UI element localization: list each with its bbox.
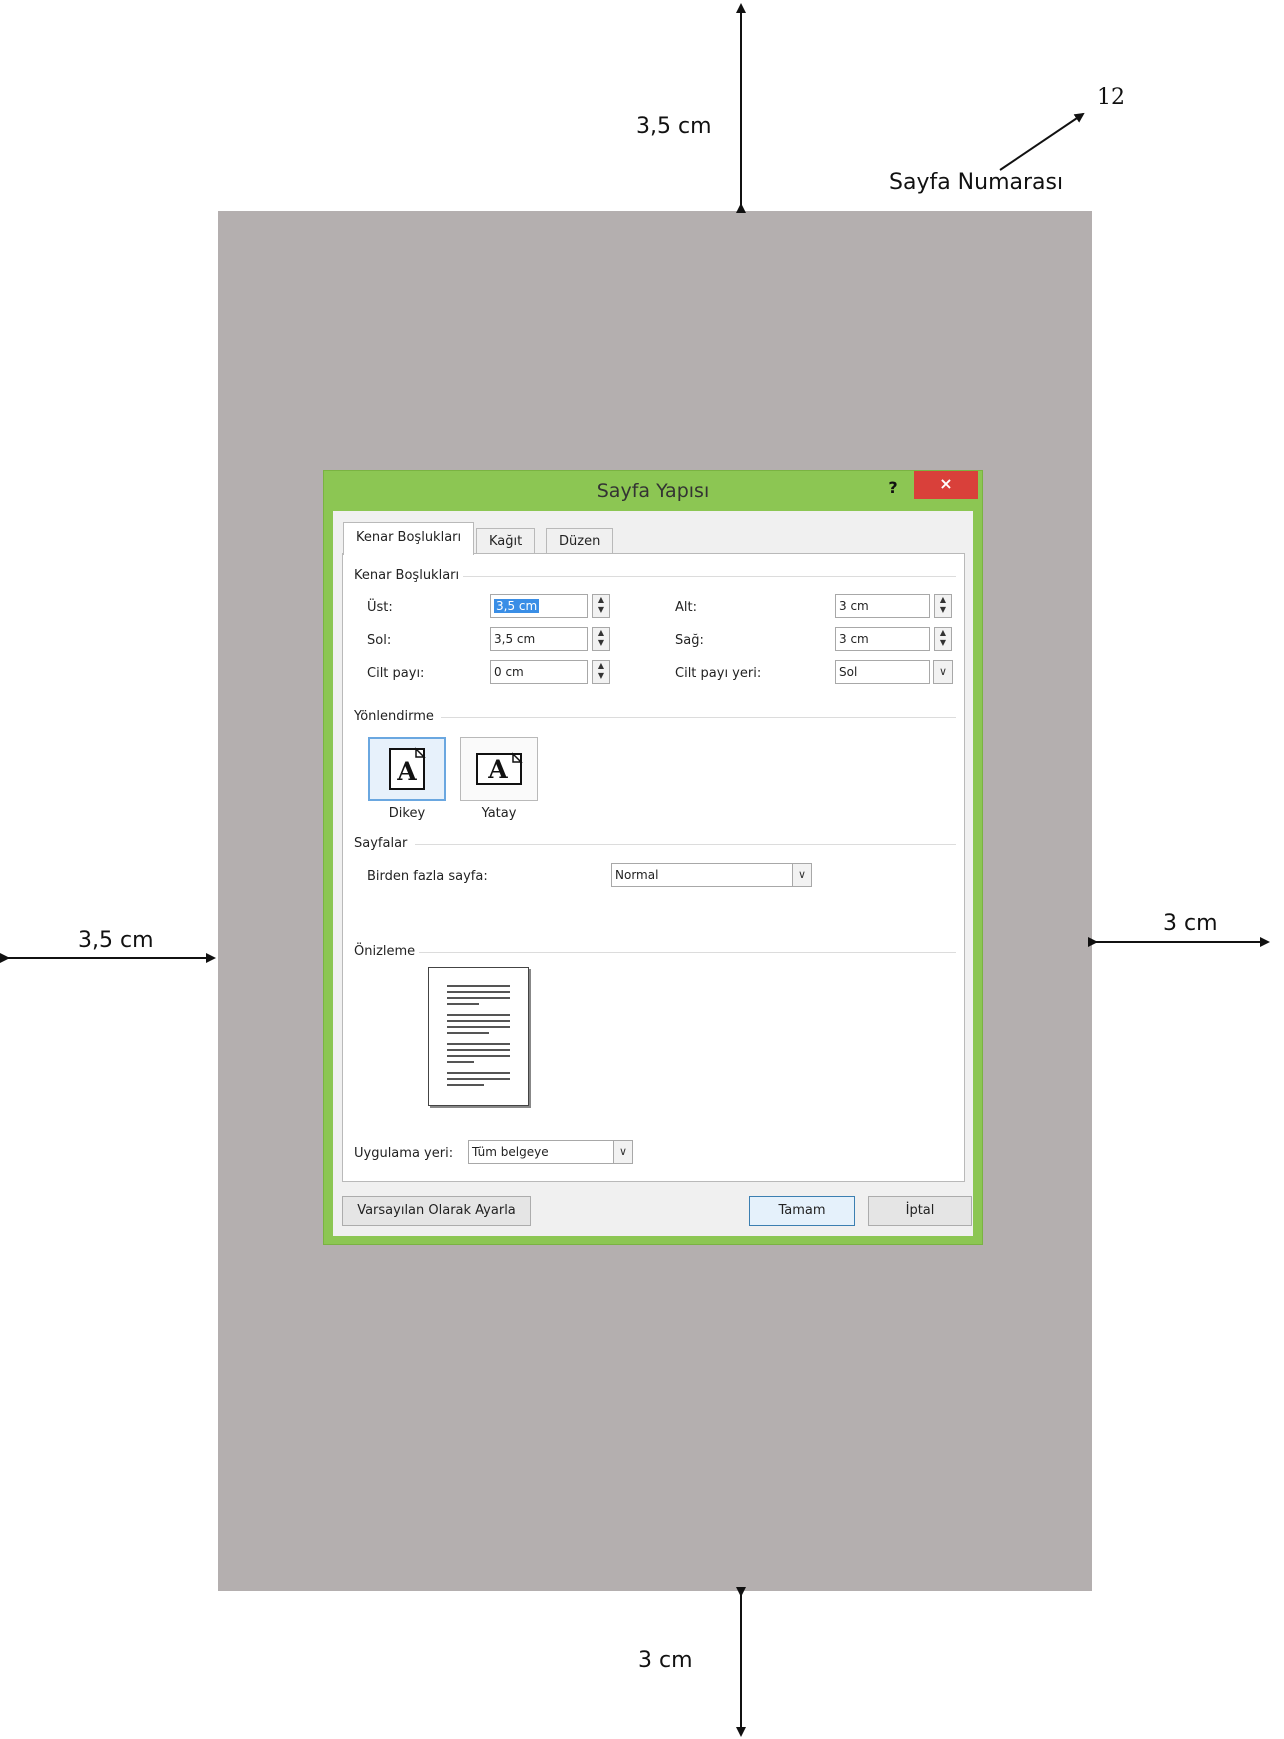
tab-margins[interactable]: Kenar Boşlukları: [343, 522, 475, 555]
chevron-down-icon[interactable]: ∨: [792, 863, 812, 887]
bottom-field[interactable]: 3 cm: [835, 594, 930, 618]
preview-lines: [447, 985, 510, 1086]
top-field[interactable]: 3,5 cm: [490, 594, 588, 618]
apply-to-select[interactable]: Tüm belgeye: [468, 1140, 616, 1164]
orientation-separator: [441, 717, 956, 718]
gutter-field[interactable]: 0 cm: [490, 660, 588, 684]
right-spinner[interactable]: ▲ ▼: [934, 627, 952, 651]
landscape-label: Yatay: [481, 806, 517, 821]
svg-text:A: A: [396, 757, 417, 786]
preview-page: [428, 967, 529, 1106]
left-label: Sol:: [367, 633, 392, 648]
page-number-label: Sayfa Numarası: [889, 170, 1064, 195]
pages-group-title: Sayfalar: [354, 836, 408, 851]
page-setup-dialog: Sayfa Yapısı ? × Kenar Boşlukları Kağıt …: [323, 470, 983, 1245]
left-spinner[interactable]: ▲ ▼: [592, 627, 610, 651]
pages-separator: [415, 844, 956, 845]
page-number-value: 12: [1097, 85, 1125, 110]
help-button[interactable]: ?: [880, 473, 906, 503]
portrait-label: Dikey: [388, 806, 426, 821]
bottom-margin-label: 3 cm: [638, 1648, 693, 1673]
cancel-button[interactable]: İptal: [868, 1196, 972, 1226]
gutter-spinner[interactable]: ▲ ▼: [592, 660, 610, 684]
ok-button[interactable]: Tamam: [749, 1196, 855, 1226]
portrait-icon: A: [389, 747, 426, 790]
bottom-spinner[interactable]: ▲ ▼: [934, 594, 952, 618]
page-number-arrow: [999, 112, 1085, 171]
top-margin-label: 3,5 cm: [636, 114, 712, 139]
landscape-option[interactable]: A: [460, 737, 538, 801]
preview-separator: [419, 952, 956, 953]
right-field[interactable]: 3 cm: [835, 627, 930, 651]
apply-to-label: Uygulama yeri:: [354, 1146, 454, 1161]
gutter-label: Cilt payı:: [367, 666, 425, 681]
left-margin-label: 3,5 cm: [78, 928, 154, 953]
close-button[interactable]: ×: [914, 471, 978, 499]
multiple-pages-select[interactable]: Normal: [611, 863, 795, 887]
tab-paper[interactable]: Kağıt: [476, 528, 536, 554]
margins-separator: [463, 576, 956, 577]
tab-panel: Kenar Boşlukları Üst: 3,5 cm ▲ ▼ Alt: 3 c…: [342, 553, 965, 1182]
gutter-position-select[interactable]: Sol: [835, 660, 930, 684]
orientation-group-title: Yönlendirme: [354, 709, 434, 724]
chevron-down-icon[interactable]: ∨: [933, 660, 953, 684]
gutter-position-label: Cilt payı yeri:: [675, 666, 762, 681]
set-default-button[interactable]: Varsayılan Olarak Ayarla: [342, 1196, 531, 1226]
top-label: Üst:: [367, 600, 393, 615]
svg-text:A: A: [487, 755, 508, 784]
margins-group-title: Kenar Boşlukları: [354, 568, 460, 583]
multiple-pages-label: Birden fazla sayfa:: [367, 869, 488, 884]
portrait-option[interactable]: A: [368, 737, 446, 801]
bottom-label: Alt:: [675, 600, 697, 615]
top-field-value: 3,5 cm: [494, 599, 540, 613]
chevron-down-icon[interactable]: ∨: [613, 1140, 633, 1164]
preview-group-title: Önizleme: [354, 944, 416, 959]
landscape-icon: A: [476, 752, 523, 785]
tab-layout[interactable]: Düzen: [546, 528, 614, 554]
left-field[interactable]: 3,5 cm: [490, 627, 588, 651]
top-spinner[interactable]: ▲ ▼: [592, 594, 610, 618]
right-label: Sağ:: [675, 633, 704, 648]
right-margin-label: 3 cm: [1163, 911, 1218, 936]
dialog-body: Kenar Boşlukları Kağıt Düzen Kenar Boşlu…: [333, 511, 973, 1236]
